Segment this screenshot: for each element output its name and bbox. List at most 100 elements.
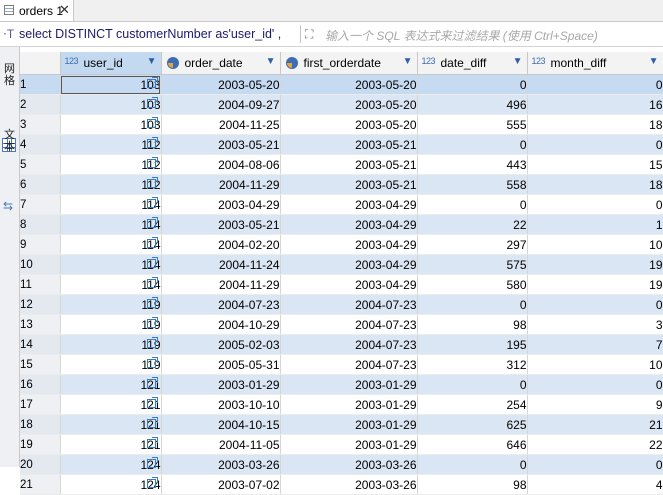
cell-month-diff[interactable]: 0 <box>527 454 663 475</box>
cell-user-id[interactable]: 119 <box>60 294 162 315</box>
column-header-first-orderdate[interactable]: first_orderdate ▼ <box>280 52 418 75</box>
cell-order-date[interactable]: 2004-11-29 <box>161 174 281 195</box>
cell-first-orderdate[interactable]: 2003-01-29 <box>280 374 418 395</box>
cell-first-orderdate[interactable]: 2003-04-29 <box>280 274 418 295</box>
cell-date-diff[interactable]: 98 <box>417 314 528 335</box>
cell-first-orderdate[interactable]: 2003-05-21 <box>280 174 418 195</box>
open-reference-icon[interactable] <box>146 257 158 268</box>
cell-user-id[interactable]: 119 <box>60 314 162 335</box>
open-reference-icon[interactable] <box>146 177 158 188</box>
cell-month-diff[interactable]: 15 <box>527 154 663 175</box>
cell-month-diff[interactable]: 7 <box>527 334 663 355</box>
cell-order-date[interactable]: 2004-09-27 <box>161 94 281 115</box>
table-row[interactable]: 20 124 2003-03-26 2003-03-26 0 0 <box>20 454 663 475</box>
sql-filter-icon[interactable]: ⋅T <box>3 27 14 41</box>
table-row[interactable]: 4 112 2003-05-21 2003-05-21 0 0 <box>20 134 663 155</box>
table-row[interactable]: 12 119 2004-07-23 2004-07-23 0 0 <box>20 294 663 315</box>
table-row[interactable]: 7 114 2003-04-29 2003-04-29 0 0 <box>20 194 663 215</box>
cell-user-id[interactable]: 121 <box>60 414 162 435</box>
cell-first-orderdate[interactable]: 2003-03-26 <box>280 454 418 475</box>
column-header-month-diff[interactable]: 123 month_diff ▼ <box>527 52 663 75</box>
cell-date-diff[interactable]: 98 <box>417 474 528 495</box>
open-reference-icon[interactable] <box>146 197 158 208</box>
cell-date-diff[interactable]: 0 <box>417 74 528 95</box>
table-row[interactable]: 8 114 2003-05-21 2003-04-29 22 1 <box>20 214 663 235</box>
open-reference-icon[interactable] <box>146 417 158 428</box>
cell-user-id[interactable]: 114 <box>60 234 162 255</box>
cell-month-diff[interactable]: 10 <box>527 354 663 375</box>
expand-icon[interactable]: ⛶ <box>305 27 319 41</box>
cell-order-date[interactable]: 2003-05-21 <box>161 134 281 155</box>
cell-first-orderdate[interactable]: 2003-01-29 <box>280 394 418 415</box>
cell-date-diff[interactable]: 22 <box>417 214 528 235</box>
sort-icon[interactable]: ▼ <box>403 56 413 67</box>
table-row[interactable]: 13 119 2004-10-29 2004-07-23 98 3 <box>20 314 663 335</box>
cell-date-diff[interactable]: 0 <box>417 194 528 215</box>
table-row[interactable]: 15 119 2005-05-31 2004-07-23 312 10 <box>20 354 663 375</box>
cell-user-id[interactable]: 112 <box>60 154 162 175</box>
column-header-order-date[interactable]: order_date ▼ <box>161 52 281 75</box>
cell-first-orderdate[interactable]: 2003-04-29 <box>280 234 418 255</box>
cell-month-diff[interactable]: 0 <box>527 194 663 215</box>
table-row[interactable]: 21 124 2003-07-02 2003-03-26 98 4 <box>20 474 663 495</box>
cell-user-id[interactable]: 103 <box>60 94 162 115</box>
open-reference-icon[interactable] <box>146 477 158 488</box>
tab-orders[interactable]: orders 1 ✕ <box>0 0 74 21</box>
cell-date-diff[interactable]: 0 <box>417 134 528 155</box>
table-row[interactable]: 16 121 2003-01-29 2003-01-29 0 0 <box>20 374 663 395</box>
cell-user-id[interactable]: 119 <box>60 354 162 375</box>
cell-user-id[interactable]: 121 <box>60 434 162 455</box>
cell-user-id[interactable]: 121 <box>60 374 162 395</box>
cell-date-diff[interactable]: 646 <box>417 434 528 455</box>
cell-date-diff[interactable]: 580 <box>417 274 528 295</box>
column-header-date-diff[interactable]: 123 date_diff ▼ <box>417 52 528 75</box>
cell-order-date[interactable]: 2004-11-25 <box>161 114 281 135</box>
cell-date-diff[interactable]: 297 <box>417 234 528 255</box>
cell-first-orderdate[interactable]: 2003-05-20 <box>280 94 418 115</box>
cell-order-date[interactable]: 2003-01-29 <box>161 374 281 395</box>
cell-month-diff[interactable]: 0 <box>527 74 663 95</box>
cell-order-date[interactable]: 2004-11-24 <box>161 254 281 275</box>
cell-month-diff[interactable]: 19 <box>527 254 663 275</box>
cell-order-date[interactable]: 2003-10-10 <box>161 394 281 415</box>
table-row[interactable]: 18 121 2004-10-15 2003-01-29 625 21 <box>20 414 663 435</box>
cell-order-date[interactable]: 2003-04-29 <box>161 194 281 215</box>
cell-month-diff[interactable]: 22 <box>527 434 663 455</box>
table-row[interactable]: 14 119 2005-02-03 2004-07-23 195 7 <box>20 334 663 355</box>
open-reference-icon[interactable] <box>146 277 158 288</box>
sort-icon[interactable]: ▼ <box>266 56 276 67</box>
open-reference-icon[interactable] <box>146 377 158 388</box>
cell-order-date[interactable]: 2003-05-20 <box>161 74 281 95</box>
cell-date-diff[interactable]: 558 <box>417 174 528 195</box>
cell-month-diff[interactable]: 9 <box>527 394 663 415</box>
cell-first-orderdate[interactable]: 2003-04-29 <box>280 194 418 215</box>
cell-date-diff[interactable]: 555 <box>417 114 528 135</box>
sql-query-text[interactable]: select DISTINCT customerNumber as'user_i… <box>19 27 281 41</box>
sort-icon[interactable]: ▼ <box>513 56 523 67</box>
table-row[interactable]: 5 112 2004-08-06 2003-05-21 443 15 <box>20 154 663 175</box>
cell-date-diff[interactable]: 0 <box>417 374 528 395</box>
cell-first-orderdate[interactable]: 2003-04-29 <box>280 214 418 235</box>
cell-user-id[interactable]: 112 <box>60 174 162 195</box>
cell-user-id[interactable]: 114 <box>60 214 162 235</box>
cell-date-diff[interactable]: 496 <box>417 94 528 115</box>
cell-user-id[interactable]: 124 <box>60 474 162 495</box>
sort-icon[interactable]: ▼ <box>147 56 157 67</box>
cell-order-date[interactable]: 2004-10-15 <box>161 414 281 435</box>
cell-first-orderdate[interactable]: 2003-05-20 <box>280 74 418 95</box>
cell-user-id[interactable]: 114 <box>60 274 162 295</box>
cell-user-id[interactable]: 119 <box>60 334 162 355</box>
cell-user-id[interactable]: 114 <box>60 254 162 275</box>
cell-user-id[interactable]: 103 <box>60 114 162 135</box>
cell-date-diff[interactable]: 312 <box>417 354 528 375</box>
open-reference-icon[interactable] <box>146 357 158 368</box>
cell-month-diff[interactable]: 21 <box>527 414 663 435</box>
cell-first-orderdate[interactable]: 2004-07-23 <box>280 294 418 315</box>
table-row[interactable]: 11 114 2004-11-29 2003-04-29 580 19 <box>20 274 663 295</box>
cell-order-date[interactable]: 2004-07-23 <box>161 294 281 315</box>
cell-first-orderdate[interactable]: 2003-04-29 <box>280 254 418 275</box>
table-row[interactable]: 3 103 2004-11-25 2003-05-20 555 18 <box>20 114 663 135</box>
cell-first-orderdate[interactable]: 2003-05-21 <box>280 154 418 175</box>
cell-first-orderdate[interactable]: 2003-05-20 <box>280 114 418 135</box>
panel-toggle-icon[interactable]: ⇆ <box>3 199 13 213</box>
